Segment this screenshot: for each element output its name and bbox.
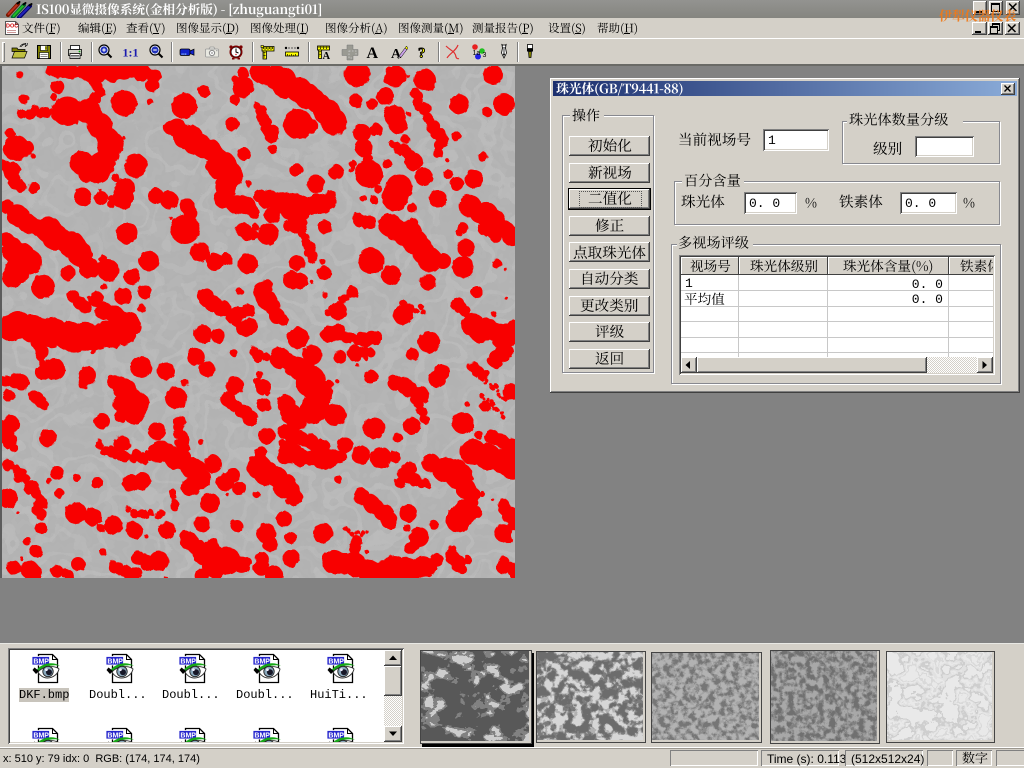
svg-text:DOC: DOC [6, 24, 18, 30]
svg-text:?: ? [418, 46, 426, 62]
svg-text:3: 3 [483, 52, 487, 59]
svg-text:A: A [367, 45, 379, 61]
svg-text:1a: 1a [473, 50, 481, 57]
svg-text:A: A [323, 51, 331, 61]
svg-text:1:1: 1:1 [123, 46, 139, 60]
